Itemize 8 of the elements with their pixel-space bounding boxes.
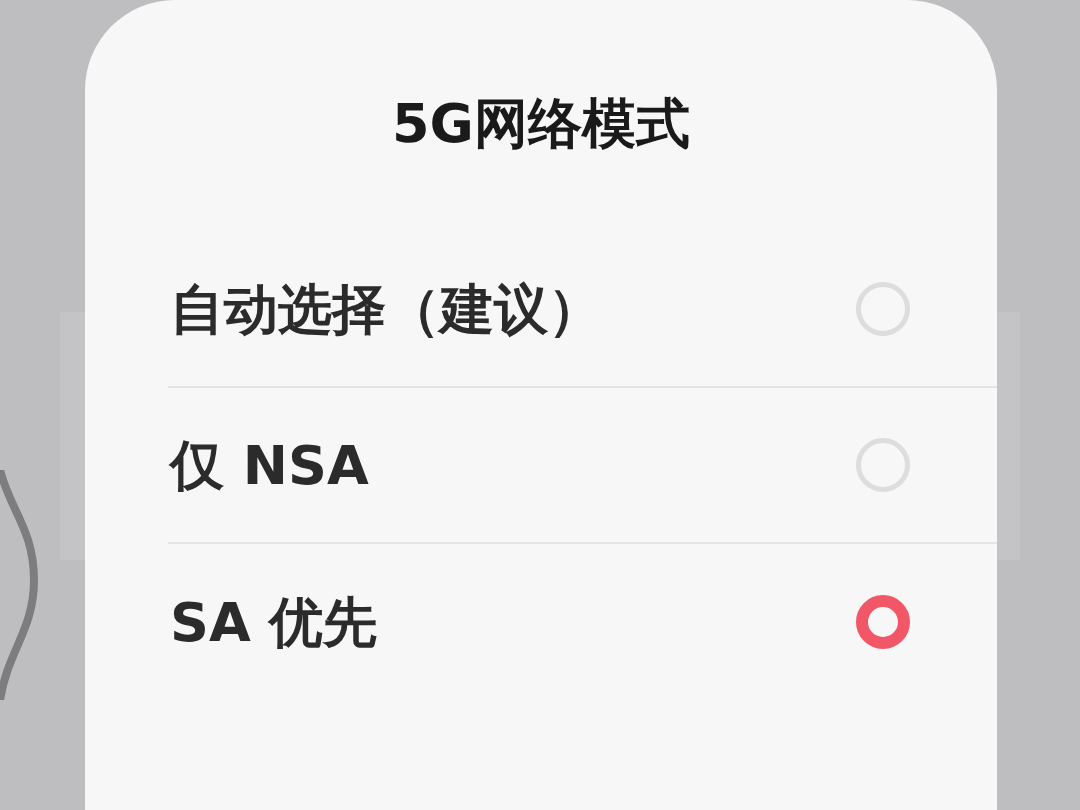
option-row[interactable]: 自动选择（建议） [168, 232, 997, 388]
option-label: 仅 NSA [170, 432, 369, 499]
option-row[interactable]: SA 优先 [168, 544, 997, 700]
option-label: 自动选择（建议） [170, 276, 602, 343]
radio-button[interactable] [856, 595, 910, 649]
option-row[interactable]: 仅 NSA [168, 388, 997, 544]
dialog-title: 5G网络模式 [391, 91, 691, 157]
option-label: SA 优先 [170, 589, 378, 656]
